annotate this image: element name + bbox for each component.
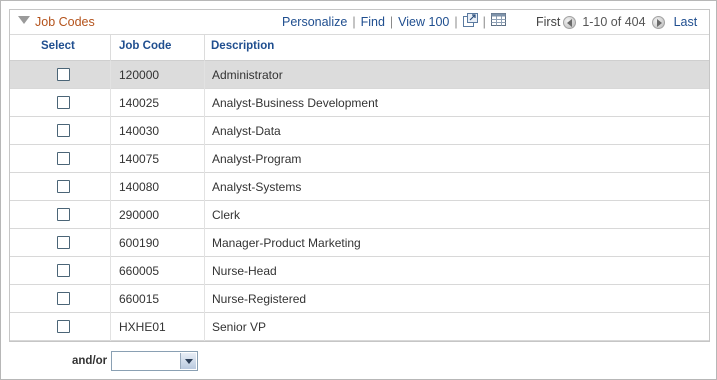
grid-title[interactable]: Job Codes (35, 15, 95, 29)
description-cell: Nurse-Head (212, 264, 277, 278)
select-checkbox[interactable] (57, 68, 70, 81)
description-cell: Analyst-Program (212, 152, 302, 166)
table-row[interactable]: 140075 Analyst-Program (10, 145, 709, 173)
job-code-cell: 120000 (119, 68, 160, 82)
column-divider (110, 229, 111, 257)
page-frame: Job Codes Personalize | Find | View 100 … (0, 0, 717, 380)
table-row[interactable]: 600190 Manager-Product Marketing (10, 229, 709, 257)
column-divider (204, 313, 205, 341)
column-divider (110, 173, 111, 201)
column-divider (204, 35, 205, 61)
dropdown-arrow-icon[interactable] (180, 353, 196, 369)
column-divider (110, 117, 111, 145)
column-divider (204, 201, 205, 229)
job-code-cell: 140075 (119, 152, 160, 166)
column-divider (110, 201, 111, 229)
job-code-cell: 140080 (119, 180, 160, 194)
job-code-cell: 140030 (119, 124, 160, 138)
description-cell: Analyst-Data (212, 124, 281, 138)
select-checkbox[interactable] (57, 208, 70, 221)
column-divider (110, 35, 111, 61)
column-divider (204, 285, 205, 313)
description-cell: Manager-Product Marketing (212, 236, 361, 250)
column-divider (110, 257, 111, 285)
table-row[interactable]: 660005 Nurse-Head (10, 257, 709, 285)
download-grid-icon[interactable] (490, 13, 506, 27)
column-divider (110, 89, 111, 117)
andor-select[interactable] (111, 351, 198, 371)
table-row[interactable]: 140080 Analyst-Systems (10, 173, 709, 201)
description-cell: Analyst-Business Development (212, 96, 379, 110)
column-header-row: Select Job Code Description (10, 35, 709, 61)
column-header-job-code[interactable]: Job Code (119, 40, 171, 52)
select-checkbox[interactable] (57, 292, 70, 305)
grid-rows: 120000 Administrator 140025 Analyst-Busi… (10, 61, 709, 341)
column-divider (204, 117, 205, 145)
job-code-cell: 660015 (119, 292, 160, 306)
description-cell: Administrator (212, 68, 283, 82)
grid-toolbar: Personalize | Find | View 100 | | (282, 13, 506, 29)
select-checkbox[interactable] (57, 236, 70, 249)
column-divider (204, 173, 205, 201)
description-cell: Analyst-Systems (212, 180, 302, 194)
separator: | (352, 15, 356, 29)
new-window-icon[interactable] (462, 13, 478, 27)
select-checkbox[interactable] (57, 124, 70, 137)
row-range: 1-10 of 404 (582, 15, 646, 29)
table-row[interactable]: 120000 Administrator (10, 61, 709, 89)
table-row[interactable]: HXHE01 Senior VP (10, 313, 709, 341)
table-row[interactable]: 660015 Nurse-Registered (10, 285, 709, 313)
next-page-icon[interactable] (651, 15, 665, 29)
job-code-cell: HXHE01 (119, 320, 166, 334)
last-page-link[interactable]: Last (674, 15, 698, 29)
select-checkbox[interactable] (57, 264, 70, 277)
select-checkbox[interactable] (57, 152, 70, 165)
table-row[interactable]: 140025 Analyst-Business Development (10, 89, 709, 117)
pagination: First 1-10 of 404 Last (536, 15, 697, 29)
column-header-select: Select (41, 40, 75, 52)
personalize-link[interactable]: Personalize (282, 15, 347, 29)
column-divider (204, 257, 205, 285)
job-codes-grid: Job Codes Personalize | Find | View 100 … (9, 9, 710, 342)
description-cell: Nurse-Registered (212, 292, 307, 306)
column-divider (110, 285, 111, 313)
separator: | (454, 15, 458, 29)
column-divider (110, 145, 111, 173)
view-all-link[interactable]: View 100 (398, 15, 449, 29)
table-row[interactable]: 290000 Clerk (10, 201, 709, 229)
job-code-cell: 140025 (119, 96, 160, 110)
separator: | (389, 15, 394, 29)
job-code-cell: 660005 (119, 264, 160, 278)
first-page-label: First (536, 15, 561, 29)
select-checkbox[interactable] (57, 96, 70, 109)
collapse-arrow-icon[interactable] (18, 16, 30, 24)
column-divider (204, 229, 205, 257)
separator: | (482, 15, 486, 29)
description-cell: Clerk (212, 208, 241, 222)
prev-page-icon[interactable] (563, 15, 577, 29)
grid-header: Job Codes Personalize | Find | View 100 … (10, 10, 709, 35)
job-code-cell: 290000 (119, 208, 160, 222)
column-divider (204, 145, 205, 173)
andor-label: and/or (72, 355, 108, 367)
table-row[interactable]: 140030 Analyst-Data (10, 117, 709, 145)
find-link[interactable]: Find (361, 15, 385, 29)
column-divider (204, 89, 205, 117)
column-divider (110, 313, 111, 341)
column-header-description[interactable]: Description (211, 40, 274, 52)
column-divider (110, 61, 111, 89)
job-code-cell: 600190 (119, 236, 160, 250)
column-divider (204, 61, 205, 89)
description-cell: Senior VP (212, 320, 267, 334)
select-checkbox[interactable] (57, 180, 70, 193)
select-checkbox[interactable] (57, 320, 70, 333)
